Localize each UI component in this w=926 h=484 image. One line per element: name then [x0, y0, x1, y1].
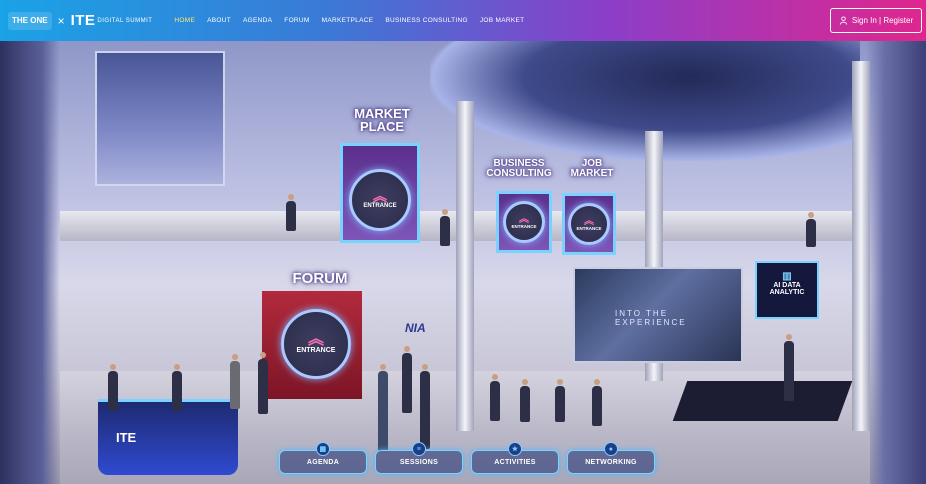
chart-icon: ▥: [782, 271, 792, 282]
avatar: [420, 364, 430, 449]
avatar: [378, 364, 388, 451]
chevron-up-icon: ︽: [373, 188, 387, 205]
right-edge: [866, 41, 926, 484]
avatar: [230, 354, 240, 409]
business-consulting-entrance-button[interactable]: ︽ ENTRANCE: [503, 201, 545, 243]
ai-panel-line2: ANALYTIC: [769, 289, 805, 296]
forum-title: FORUM: [292, 270, 348, 287]
event-logo[interactable]: THE ONE × ITE DIGITAL SUMMIT: [8, 11, 153, 30]
screen-text: INTO THE EXPERIENCE: [615, 309, 687, 327]
avatar: [402, 346, 412, 413]
sign-in-register-button[interactable]: Sign In | Register: [830, 8, 922, 33]
quick-label: ACTIVITIES: [494, 458, 536, 466]
avatar: [258, 352, 268, 414]
job-market-entrance-button[interactable]: ︽ ENTRANCE: [568, 203, 610, 245]
top-navigation-bar: THE ONE × ITE DIGITAL SUMMIT HOME ABOUT A…: [0, 0, 926, 41]
forum-entrance-button[interactable]: ︽ ENTRANCE: [281, 309, 351, 379]
nav-home[interactable]: HOME: [174, 17, 195, 24]
sessions-quick-button[interactable]: ≡ SESSIONS: [375, 442, 463, 474]
avatar: [490, 374, 500, 421]
virtual-event-page: THE ONE × ITE DIGITAL SUMMIT HOME ABOUT A…: [0, 0, 926, 484]
partner-logo: THE ONE: [8, 11, 52, 30]
chevron-up-icon: ︽: [584, 215, 594, 227]
avatar: [440, 209, 450, 246]
nav-agenda[interactable]: AGENDA: [243, 17, 272, 24]
main-nav: HOME ABOUT AGENDA FORUM MARKETPLACE BUSI…: [174, 17, 524, 24]
avatar: [555, 379, 565, 422]
ite-logo: ITE DIGITAL SUMMIT: [70, 12, 153, 29]
list-icon: ≡: [412, 442, 426, 456]
upper-glass-wall: [95, 51, 225, 186]
virtual-lobby-scene: MARKET PLACE ︽ ENTRANCE BUSINESS CONSULTIN…: [0, 41, 926, 484]
job-market-title: JOB MARKET: [570, 158, 614, 179]
avatar: [286, 194, 296, 231]
nav-business-consulting[interactable]: BUSINESS CONSULTING: [385, 17, 468, 24]
ai-panel-line1: AI DATA: [773, 282, 801, 289]
avatar: [108, 364, 118, 411]
quick-label: AGENDA: [306, 458, 340, 466]
quick-label: NETWORKING: [585, 458, 637, 466]
logo-separator: ×: [57, 13, 65, 28]
chevron-up-icon: ︽: [519, 213, 529, 225]
chevron-up-icon: ︽: [307, 331, 324, 349]
networking-quick-button[interactable]: ● NETWORKING: [567, 442, 655, 474]
nav-marketplace[interactable]: MARKETPLACE: [322, 17, 374, 24]
entrance-label: ENTRANCE: [296, 346, 336, 354]
user-icon: [839, 16, 847, 25]
stage-platform: [672, 381, 853, 421]
desk-logo: ITE: [116, 430, 137, 445]
ai-data-analytic-panel[interactable]: ▥ AI DATA ANALYTIC: [755, 261, 819, 319]
nav-job-market[interactable]: JOB MARKET: [480, 17, 525, 24]
star-icon: ★: [508, 442, 522, 456]
activities-quick-button[interactable]: ★ ACTIVITIES: [471, 442, 559, 474]
avatar: [520, 379, 530, 422]
nav-about[interactable]: ABOUT: [207, 17, 231, 24]
calendar-icon: ▦: [316, 442, 330, 456]
business-consulting-title: BUSINESS CONSULTING: [486, 158, 552, 179]
chat-icon: ●: [604, 442, 618, 456]
entrance-label: ENTRANCE: [363, 202, 397, 209]
pillar: [456, 101, 474, 431]
marketplace-title: MARKET PLACE: [354, 106, 410, 134]
entrance-label: ENTRANCE: [511, 223, 537, 229]
avatar: [592, 379, 602, 426]
nia-booth-logo: NIA: [405, 321, 426, 335]
agenda-quick-button[interactable]: ▦ AGENDA: [279, 442, 367, 474]
pillar: [852, 61, 870, 431]
marketplace-entrance-button[interactable]: ︽ ENTRANCE: [349, 169, 411, 231]
avatar: [172, 364, 182, 411]
entrance-label: ENTRANCE: [576, 225, 602, 231]
quick-label: SESSIONS: [399, 458, 439, 466]
avatar: [806, 212, 816, 247]
presentation-screen[interactable]: INTO THE EXPERIENCE: [573, 267, 743, 363]
avatar: [784, 334, 794, 401]
reception-desk: ITE: [98, 399, 238, 475]
sign-in-label: Sign In | Register: [851, 16, 914, 25]
nav-forum[interactable]: FORUM: [284, 17, 309, 24]
left-edge: [0, 41, 60, 484]
